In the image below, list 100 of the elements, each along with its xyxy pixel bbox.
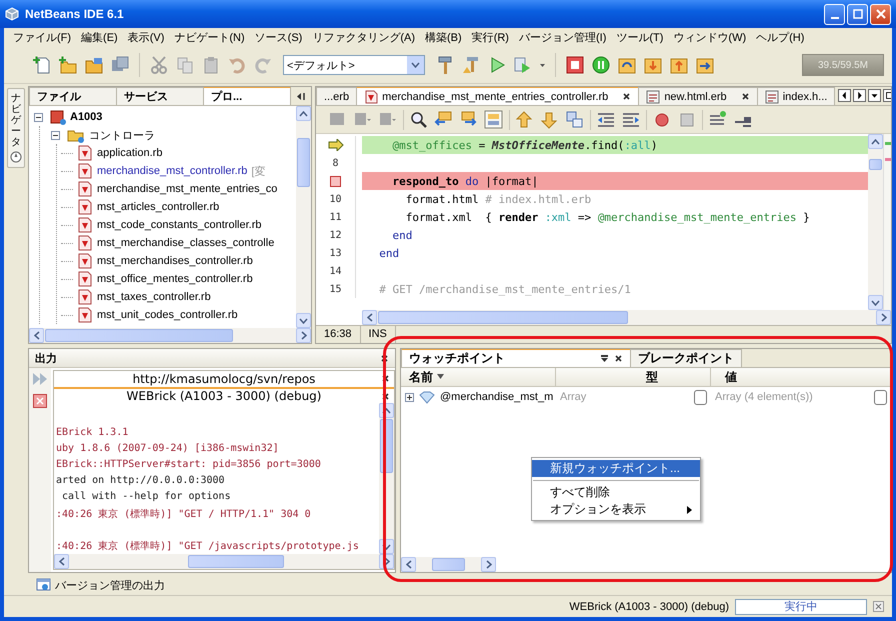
tree-item[interactable]: application.rb: [97, 147, 162, 159]
edit-button[interactable]: [694, 390, 707, 404]
tab[interactable]: new.html.erb: [638, 87, 758, 105]
scroll-down-icon[interactable]: [299, 318, 308, 324]
highlight-icon[interactable]: [484, 110, 504, 130]
toggle-bookmark-icon[interactable]: [565, 110, 585, 130]
menu-item[interactable]: ツール(T): [611, 30, 668, 45]
minimize-button[interactable]: [824, 4, 845, 24]
sort-icon[interactable]: [437, 374, 444, 380]
scroll-thumb[interactable]: [869, 158, 882, 170]
menu-item[interactable]: ファイル(F): [8, 30, 76, 45]
tab[interactable]: ...erb: [316, 87, 358, 105]
version-control-output-tab[interactable]: バージョン管理の出力: [55, 578, 165, 592]
configuration-dropdown[interactable]: <デフォルト>: [283, 55, 425, 75]
column-header[interactable]: 名前: [401, 368, 556, 386]
close-icon[interactable]: [381, 392, 390, 401]
bookmark-next-icon[interactable]: [540, 110, 560, 130]
menu-item[interactable]: すべて削除: [532, 484, 700, 501]
collapse-icon[interactable]: [34, 112, 43, 122]
minimize-icon[interactable]: [296, 92, 306, 101]
menu-item[interactable]: 実行(R): [466, 30, 514, 45]
line-number: 15: [329, 284, 342, 294]
scroll-thumb[interactable]: [432, 558, 465, 571]
stop-icon[interactable]: [33, 394, 47, 408]
dropdown-icon[interactable]: [600, 354, 609, 363]
new-file-icon[interactable]: [32, 55, 52, 75]
close-icon[interactable]: [740, 92, 750, 101]
scroll-down-icon[interactable]: [382, 544, 391, 550]
horizontal-scrollbar[interactable]: [54, 554, 394, 569]
vertical-scrollbar[interactable]: [296, 106, 311, 328]
menu-item[interactable]: 編集(E): [76, 30, 123, 45]
breakpoint-icon[interactable]: [330, 176, 341, 186]
scroll-up-icon[interactable]: [382, 408, 391, 414]
new-project-icon[interactable]: [58, 55, 78, 75]
scroll-up-icon[interactable]: [871, 138, 880, 144]
tab[interactable]: ウォッチポイント: [401, 349, 631, 367]
find-icon[interactable]: [409, 110, 429, 130]
scroll-thumb[interactable]: [297, 138, 310, 187]
tree-item[interactable]: mst_office_mentes_controller.rb: [97, 273, 253, 285]
menu-item[interactable]: ウィンドウ(W): [668, 30, 752, 45]
vertical-scrollbar[interactable]: [868, 134, 883, 310]
variable-name: @merchandise_mst_m: [440, 391, 554, 403]
close-icon[interactable]: [614, 354, 623, 363]
tree-item[interactable]: mst_merchandise_classes_controlle: [97, 237, 274, 249]
tree-item[interactable]: コントローラ: [89, 128, 155, 142]
column-header[interactable]: 型: [556, 368, 711, 386]
scroll-thumb[interactable]: [378, 311, 628, 324]
tab[interactable]: サービス: [116, 87, 204, 105]
tab[interactable]: merchandise_mst_mente_entries_controller.rb: [356, 87, 640, 105]
menu-item[interactable]: ヘルプ(H): [751, 30, 810, 45]
menu-item[interactable]: ナビゲート(N): [169, 30, 250, 45]
edit-button[interactable]: [874, 390, 887, 404]
tab[interactable]: プロ...: [203, 87, 291, 105]
tree-item[interactable]: A1003: [70, 111, 102, 123]
close-icon[interactable]: [380, 354, 389, 362]
close-icon[interactable]: [381, 374, 390, 383]
output-tab[interactable]: http://kmasumolocg/svn/repos: [54, 371, 394, 387]
tree-item[interactable]: mst_articles_controller.rb: [97, 201, 220, 213]
horizontal-scrollbar[interactable]: [362, 310, 891, 325]
horizontal-scrollbar[interactable]: [29, 328, 311, 343]
ruby-file-icon: [77, 271, 93, 287]
tree-item[interactable]: mst_merchandises_controller.rb: [97, 255, 253, 267]
tree-item[interactable]: merchandise_mst_mente_entries_co: [97, 183, 278, 195]
column-header[interactable]: 値: [711, 368, 891, 386]
navigator-tab[interactable]: ナビゲータ: [7, 88, 25, 168]
menu-item[interactable]: リファクタリング(A): [307, 30, 420, 45]
stop-icon[interactable]: [565, 55, 585, 75]
tree-item[interactable]: mst_taxes_controller.rb: [97, 291, 211, 303]
scroll-down-icon[interactable]: [871, 300, 880, 306]
scroll-left-icon[interactable]: [838, 89, 852, 102]
document-list-icon[interactable]: [868, 89, 882, 102]
scroll-thumb[interactable]: [45, 329, 233, 342]
close-icon[interactable]: [622, 92, 632, 101]
bookmark-previous-icon[interactable]: [515, 110, 535, 130]
maximize-button[interactable]: [847, 4, 868, 24]
collapse-icon[interactable]: [51, 130, 60, 140]
menu-item[interactable]: ソース(S): [250, 30, 308, 45]
minimize-icon: [830, 17, 838, 19]
horizontal-scrollbar[interactable]: [401, 557, 496, 572]
tree-item[interactable]: mst_code_constants_controller.rb: [97, 219, 262, 231]
scroll-thumb[interactable]: [188, 555, 284, 568]
scroll-up-icon[interactable]: [299, 110, 308, 116]
open-project-icon[interactable]: [84, 55, 104, 75]
output-tab[interactable]: WEBrick (A1003 - 3000) (debug): [54, 387, 394, 403]
close-button[interactable]: [870, 4, 891, 24]
menu-item[interactable]: 表示(V): [122, 30, 170, 45]
tab[interactable]: index.h...: [756, 87, 836, 105]
scroll-right-icon[interactable]: [853, 89, 866, 102]
menu-item[interactable]: 新規ウォッチポイント...: [532, 460, 700, 477]
menu-item[interactable]: 構築(B): [420, 30, 467, 45]
tab[interactable]: ブレークポイント: [630, 349, 742, 367]
menu-item[interactable]: オプションを表示: [532, 501, 700, 518]
cancel-icon[interactable]: [873, 601, 884, 612]
tab[interactable]: ファイル: [29, 87, 117, 105]
expand-icon[interactable]: [405, 392, 414, 402]
tree-item[interactable]: merchandise_mst_controller.rb: [97, 165, 248, 177]
caret-position: 16:38: [316, 326, 361, 343]
pause-icon[interactable]: [591, 55, 611, 75]
menu-item[interactable]: バージョン管理(I): [514, 30, 612, 45]
tree-item[interactable]: mst_unit_codes_controller.rb: [97, 309, 238, 321]
